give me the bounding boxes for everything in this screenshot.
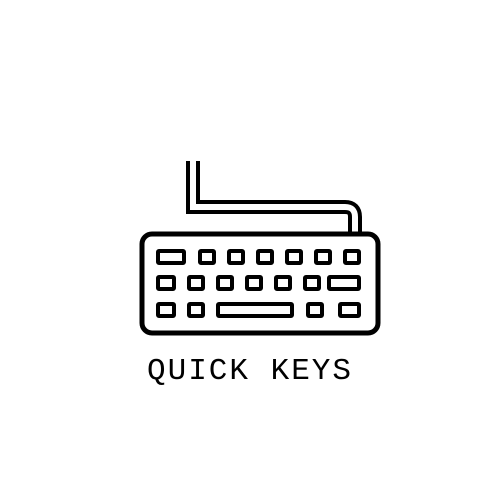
brand-name: QUICK KEYS — [146, 354, 354, 389]
key-row-2 — [156, 275, 361, 291]
spacebar-key — [216, 302, 294, 318]
keyboard-icon — [139, 161, 381, 336]
keyboard-cable — [186, 161, 362, 236]
